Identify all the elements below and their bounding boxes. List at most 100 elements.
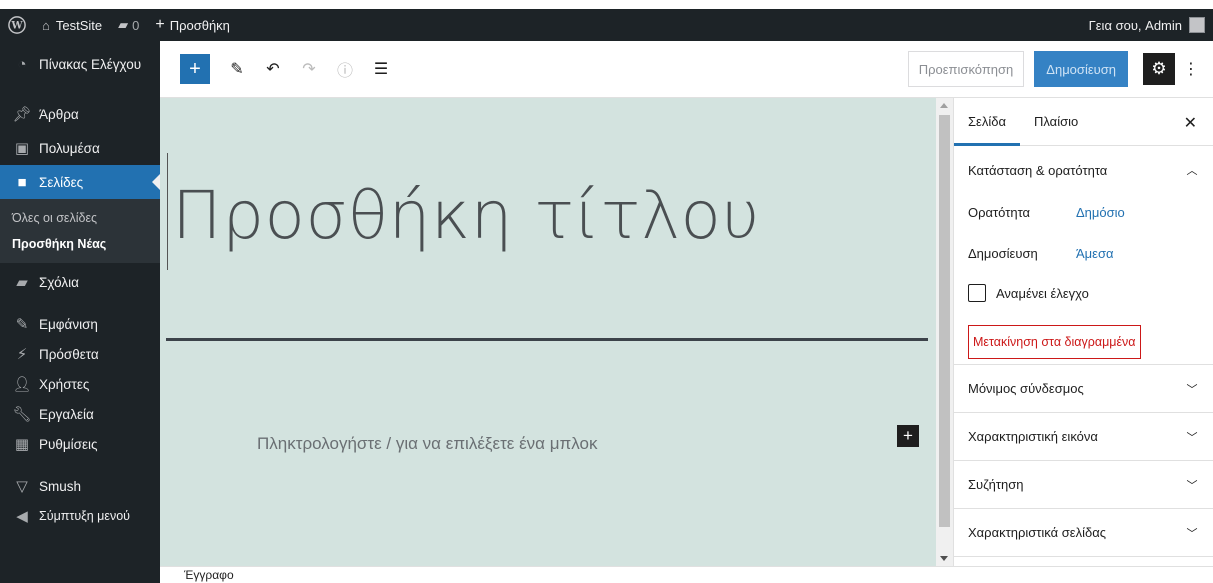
menu-label-dashboard: Πίνακας Ελέγχου — [39, 56, 142, 72]
outline-button[interactable]: ☰ — [366, 54, 396, 84]
comments-count: 0 — [132, 17, 140, 33]
wordpress-icon: W — [8, 16, 26, 34]
breadcrumb[interactable]: Έγγραφο — [184, 568, 234, 582]
menu-item-tools[interactable]: 🔧︎ Εργαλεία — [0, 397, 160, 431]
admin-bar: W ⌂ TestSite ▰ 0 + Προσθήκη Γεια σου, Ad… — [0, 0, 1213, 41]
chevron-down-icon: ﹀ — [1186, 479, 1198, 492]
title-input[interactable]: Προσθήκη τίτλου — [172, 177, 760, 254]
page-attributes-panel-title: Χαρακτηριστικά σελίδας — [968, 525, 1106, 540]
pending-review-row[interactable]: Αναμένει έλεγχο — [968, 275, 1199, 311]
new-content-label: Προσθήκη — [169, 17, 230, 33]
menu-label-appearance: Εμφάνιση — [39, 316, 98, 332]
wordpress-logo[interactable]: W — [0, 9, 34, 41]
collapse-menu-button[interactable]: ◀ Σύμπτυξη μενού — [0, 499, 160, 533]
pin-icon: 📌︎ — [12, 106, 32, 123]
avatar — [1189, 17, 1205, 33]
scrollbar-thumb[interactable] — [939, 115, 950, 527]
pending-review-checkbox[interactable] — [968, 284, 986, 302]
plus-icon: + — [903, 426, 913, 445]
submenu-add-new[interactable]: Προσθήκη Νέας — [0, 231, 160, 257]
add-block-button[interactable]: + — [180, 54, 210, 84]
publish-date-toggle[interactable]: Άμεσα — [1076, 246, 1114, 261]
pages-icon: ■ — [17, 173, 27, 191]
new-content-link[interactable]: + Προσθήκη — [147, 9, 238, 41]
media-icon: ▣ — [14, 140, 30, 157]
admin-bar-inner: W ⌂ TestSite ▰ 0 + Προσθήκη Γεια σου, Ad… — [0, 9, 1213, 41]
menu-item-comments[interactable]: ▰ Σχόλια — [0, 265, 160, 299]
scroll-up-arrow[interactable] — [940, 103, 948, 108]
publish-row: Δημοσίευση Άμεσα — [968, 231, 1199, 275]
menu-label-media: Πολυμέσα — [39, 140, 100, 156]
menu-item-dashboard[interactable]: ◔ Πίνακας Ελέγχου — [0, 47, 160, 81]
redo-button[interactable]: ↷ — [294, 54, 324, 84]
permalink-panel-toggle[interactable]: Μόνιμος σύνδεσμος ﹀ — [954, 365, 1213, 413]
discussion-panel-title: Συζήτηση — [968, 477, 1024, 492]
plugin-icon: ⚡︎ — [16, 346, 28, 363]
menu-label-comments: Σχόλια — [39, 274, 79, 290]
block-appender[interactable]: Πληκτρολογήστε / για να επιλέξετε ένα μπ… — [257, 434, 597, 454]
scroll-down-arrow[interactable] — [940, 556, 948, 561]
gear-icon: ⚙ — [1151, 59, 1167, 78]
smush-icon: ▽ — [16, 478, 28, 495]
plus-icon: + — [155, 16, 165, 33]
status-panel-toggle[interactable]: Κατάσταση & ορατότητα ︿ — [954, 146, 1213, 194]
details-button[interactable]: ⓘ — [330, 54, 360, 84]
preview-button[interactable]: Προεπισκόπηση — [907, 51, 1025, 87]
menu-item-posts[interactable]: 📌︎ Άρθρα — [0, 97, 160, 131]
undo-icon: ↶ — [266, 61, 280, 78]
visibility-toggle[interactable]: Δημόσιο — [1076, 205, 1125, 220]
tab-page[interactable]: Σελίδα — [954, 98, 1020, 146]
settings-toggle-button[interactable]: ⚙ — [1143, 53, 1175, 85]
menu-item-media[interactable]: ▣ Πολυμέσα — [0, 131, 160, 165]
info-icon: ⓘ — [336, 63, 353, 80]
sidebar-tabs: Σελίδα Πλαίσιο ✕ — [954, 98, 1213, 146]
list-view-icon: ☰ — [373, 61, 389, 78]
menu-item-pages[interactable]: ■ Σελίδες — [0, 165, 160, 199]
menu-label-pages: Σελίδες — [39, 174, 84, 190]
home-icon: ⌂ — [42, 17, 50, 33]
brush-icon: ✎ — [15, 316, 29, 333]
text-cursor — [167, 153, 168, 270]
discussion-panel-toggle[interactable]: Συζήτηση ﹀ — [954, 461, 1213, 509]
site-name: TestSite — [55, 17, 103, 33]
editor-toolbar: + ✎ ↶ ↷ ⓘ ☰ Προεπισκόπηση Δημοσίευση ⚙ ⋮ — [160, 41, 1213, 98]
menu-item-users[interactable]: 👤︎ Χρήστες — [0, 367, 160, 401]
visibility-label: Ορατότητα — [968, 204, 1031, 220]
menu-label-smush: Smush — [39, 478, 82, 494]
toolbar-actions: Προεπισκόπηση Δημοσίευση ⚙ ⋮ — [907, 51, 1213, 87]
menu-label-tools: Εργαλεία — [39, 406, 94, 422]
separator-block[interactable] — [166, 338, 928, 341]
svg-text:W: W — [10, 21, 23, 32]
inline-add-block-button[interactable]: + — [897, 425, 919, 447]
close-icon[interactable]: ✕ — [1184, 113, 1197, 133]
editor-canvas: Προσθήκη τίτλου Πληκτρολογήστε / για να … — [160, 98, 936, 566]
plus-icon: + — [189, 57, 201, 80]
menu-item-smush[interactable]: ▽ Smush — [0, 469, 160, 503]
menu-item-appearance[interactable]: ✎ Εμφάνιση — [0, 307, 160, 341]
page-attributes-panel-toggle[interactable]: Χαρακτηριστικά σελίδας ﹀ — [954, 509, 1213, 557]
site-name-link[interactable]: ⌂ TestSite — [34, 9, 110, 41]
collapse-icon: ◀ — [16, 508, 28, 525]
canvas-scrollbar[interactable] — [936, 98, 953, 566]
more-options-button[interactable]: ⋮ — [1179, 53, 1203, 85]
status-panel-title: Κατάσταση & ορατότητα — [968, 162, 1108, 178]
chevron-down-icon: ﹀ — [1186, 431, 1198, 444]
status-panel-body: Ορατότητα Δημόσιο Δημοσίευση Άμεσα Αναμέ… — [954, 190, 1213, 365]
comments-link[interactable]: ▰ 0 — [110, 9, 147, 41]
publish-button[interactable]: Δημοσίευση — [1034, 51, 1128, 87]
menu-item-plugins[interactable]: ⚡︎ Πρόσθετα — [0, 337, 160, 371]
featured-image-panel-title: Χαρακτηριστική εικόνα — [968, 429, 1098, 444]
greeting: Γεια σου, Admin — [1088, 17, 1182, 33]
move-to-trash-button[interactable]: Μετακίνηση στα διαγραμμένα — [968, 325, 1141, 359]
wrench-icon: 🔧︎ — [12, 406, 32, 423]
chevron-down-icon: ﹀ — [1186, 383, 1198, 396]
undo-button[interactable]: ↶ — [258, 54, 288, 84]
account-menu[interactable]: Γεια σου, Admin — [1081, 9, 1213, 41]
menu-label-plugins: Πρόσθετα — [39, 346, 99, 362]
featured-image-panel-toggle[interactable]: Χαρακτηριστική εικόνα ﹀ — [954, 413, 1213, 461]
submenu-all-pages[interactable]: Όλες οι σελίδες — [0, 205, 160, 231]
tab-block[interactable]: Πλαίσιο — [1020, 98, 1092, 146]
admin-menu: ◔ Πίνακας Ελέγχου 📌︎ Άρθρα ▣ Πολυμέσα ■ … — [0, 41, 160, 583]
tools-button[interactable]: ✎ — [222, 54, 252, 84]
menu-item-settings[interactable]: ▦ Ρυθμίσεις — [0, 427, 160, 461]
